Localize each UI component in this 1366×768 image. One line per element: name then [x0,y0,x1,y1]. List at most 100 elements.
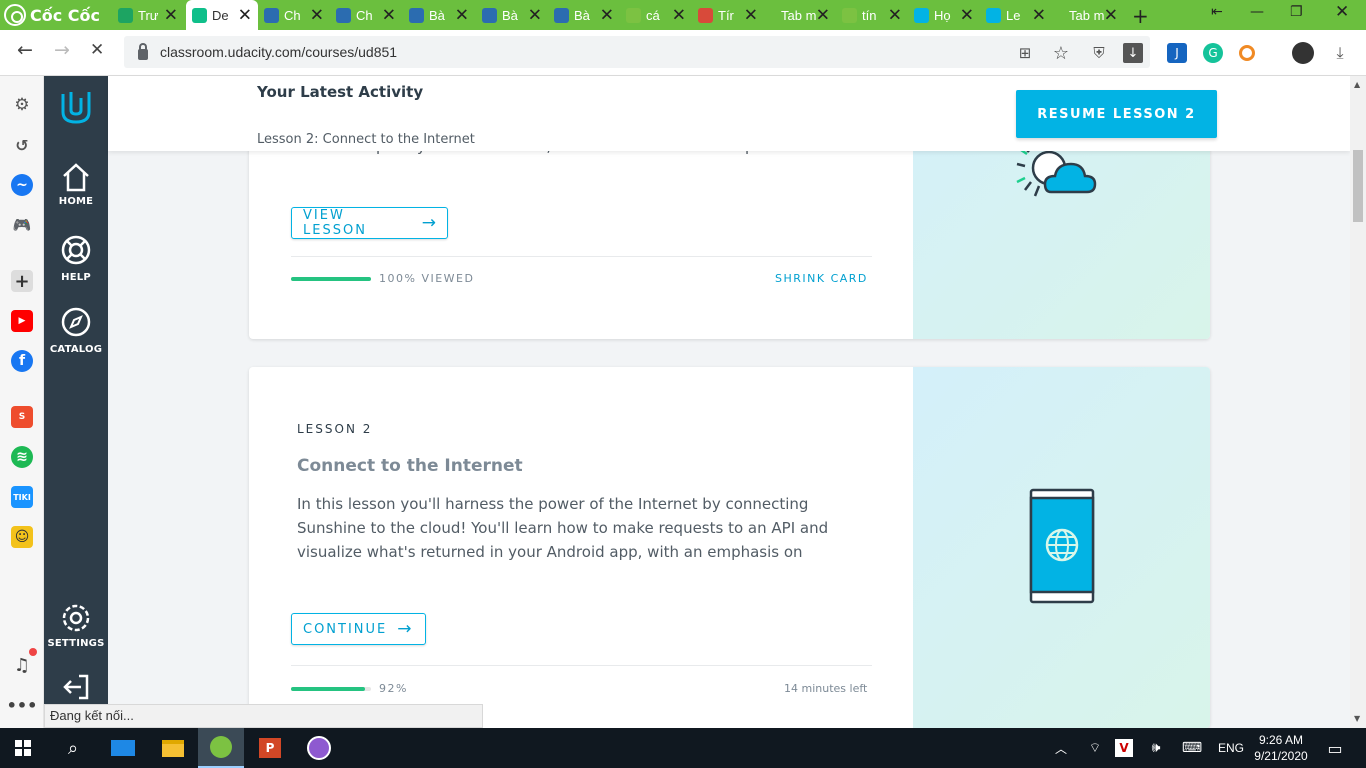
bell-icon[interactable]: ♫ [11,654,33,676]
status-bubble: Đang kết nối... [44,704,483,728]
url-text[interactable]: classroom.udacity.com/courses/ud851 [160,44,397,60]
volume-icon[interactable]: 🕪 [1145,728,1167,768]
tab-close-icon[interactable]: ✕ [455,7,469,24]
powerpoint-icon[interactable]: P [247,728,293,768]
browser-tab[interactable]: Bà ✕ [548,2,620,28]
tab-close-icon[interactable]: ✕ [164,7,178,24]
coccoc-brand[interactable]: Cốc Cốc [4,3,100,27]
keyboard-icon[interactable]: ⌨ [1178,728,1206,768]
extension-badge-icon[interactable]: ⛨ [1089,43,1109,63]
tab-title: Bà [429,7,445,23]
card-2-divider [291,665,872,666]
tab-close-icon[interactable]: ✕ [744,7,758,24]
shopee-icon[interactable]: S [11,406,33,428]
coccoc-ext-icon[interactable] [1239,45,1255,61]
continue-button[interactable]: CONTINUE → [291,613,426,645]
scroll-down-icon[interactable]: ▼ [1354,714,1360,723]
tab-close-icon[interactable]: ✕ [1104,7,1118,24]
tray-expand-icon[interactable]: ︿ [1050,728,1072,768]
tab-close-icon[interactable]: ✕ [382,7,396,24]
tab-strip: Cốc Cốc Trư ✕ De ✕ Ch ✕ Ch ✕ Bà ✕ Bà ✕ Bà ✕ cá ✕ Tír ✕ Tab… [0,0,1366,30]
lesson-2-title[interactable]: Connect to the Internet [297,456,523,476]
scroll-up-icon[interactable]: ▲ [1354,80,1360,89]
extension-j-icon[interactable]: J [1167,43,1187,63]
nav-help[interactable]: HELP [44,234,108,283]
compass-icon [61,307,91,337]
game-app-icon[interactable]: ☺ [11,526,33,548]
browser-tab[interactable]: Ch ✕ [330,2,402,28]
restore-button[interactable]: ❐ [1290,4,1303,20]
tab-search-icon[interactable]: ⇤ [1211,4,1223,20]
tab-close-icon[interactable]: ✕ [528,7,542,24]
tab-close-icon[interactable]: ✕ [1032,7,1046,24]
browser-tab[interactable]: tín ✕ [836,2,908,28]
translate-icon[interactable]: ⊞ [1015,43,1035,63]
add-icon[interactable]: + [11,270,33,292]
windows-start-icon[interactable] [0,728,46,768]
scroll-thumb[interactable] [1353,150,1363,222]
profile-avatar[interactable] [1292,42,1314,64]
bookmark-star-icon[interactable]: ☆ [1051,43,1071,64]
more-icon[interactable]: ••• [7,694,38,716]
tab-close-icon[interactable]: ✕ [238,7,252,24]
download-arrow-icon[interactable]: ⤓ [1330,43,1350,63]
tab-close-icon[interactable]: ✕ [310,7,324,24]
mail-icon[interactable] [100,728,146,768]
view-lesson-button[interactable]: VIEW LESSON → [291,207,448,239]
stop-loading-button[interactable]: ✕ [90,42,104,59]
browser-tab[interactable]: Tab m ✕ [764,2,836,28]
tiki-icon[interactable]: TIKI [11,486,33,508]
activity-lesson[interactable]: Lesson 2: Connect to the Internet [257,132,475,147]
tab-close-icon[interactable]: ✕ [960,7,974,24]
address-bar[interactable]: classroom.udacity.com/courses/ud851 [124,36,1150,68]
new-tab-button[interactable]: + [1132,4,1149,28]
back-button[interactable]: ← [17,41,33,60]
browser-tab[interactable]: Bà ✕ [403,2,475,28]
gear-icon[interactable]: ⚙ [11,94,33,116]
tab-title: Trư [138,7,159,23]
history-icon[interactable]: ↺ [11,134,33,156]
facebook-icon[interactable]: f [11,350,33,372]
browser-tab[interactable]: cá ✕ [620,2,692,28]
browser-tab[interactable]: Họ ✕ [908,2,980,28]
wifi-icon[interactable]: ⌔ [1083,728,1107,768]
logout-button[interactable] [44,672,108,706]
nav-catalog[interactable]: CATALOG [44,306,108,355]
browser-tab[interactable]: Trư ✕ [112,2,184,28]
udacity-logo-icon[interactable] [44,90,108,130]
tab-close-icon[interactable]: ✕ [888,7,902,24]
download-icon[interactable]: ↓ [1123,43,1143,63]
clock[interactable]: 9:26 AM 9/21/2020 [1250,728,1312,768]
browser-tab[interactable]: De ✕ [186,0,258,30]
file-explorer-icon[interactable] [150,728,196,768]
search-icon[interactable]: ⌕ [50,728,96,768]
browser-tab[interactable]: Ch ✕ [258,2,330,28]
vietkey-icon[interactable]: V [1113,728,1135,768]
close-window-button[interactable]: ✕ [1335,2,1349,22]
app-icon[interactable] [296,728,342,768]
page-scrollbar[interactable]: ▲ ▼ [1350,76,1366,728]
browser-tab[interactable]: Bà ✕ [476,2,548,28]
language-indicator[interactable]: ENG [1214,728,1248,768]
tab-close-icon[interactable]: ✕ [600,7,614,24]
tab-close-icon[interactable]: ✕ [672,7,686,24]
notifications-icon[interactable]: ▭ [1320,728,1350,768]
game-icon[interactable]: 🎮 [11,214,33,236]
messenger-icon[interactable]: ~ [11,174,33,196]
tab-close-icon[interactable]: ✕ [816,7,830,24]
coccoc-taskbar-icon[interactable] [198,728,244,768]
minimize-button[interactable]: — [1250,4,1264,20]
continue-label: CONTINUE [303,621,388,637]
shrink-card-link[interactable]: SHRINK CARD [775,272,868,285]
grammarly-icon[interactable]: G [1203,43,1223,63]
resume-lesson-button[interactable]: RESUME LESSON 2 [1016,90,1217,138]
forward-button[interactable]: → [54,41,70,60]
browser-tab[interactable]: Tír ✕ [692,2,764,28]
nav-settings[interactable]: SETTINGS [44,602,108,649]
browser-tab[interactable]: Tab m ✕ [1052,2,1124,28]
nav-home[interactable]: HOME [44,162,108,207]
youtube-icon[interactable]: ▶ [11,310,33,332]
clock-date: 9/21/2020 [1254,749,1308,763]
spotify-icon[interactable]: ≋ [11,446,33,468]
browser-tab[interactable]: Le ✕ [980,2,1052,28]
